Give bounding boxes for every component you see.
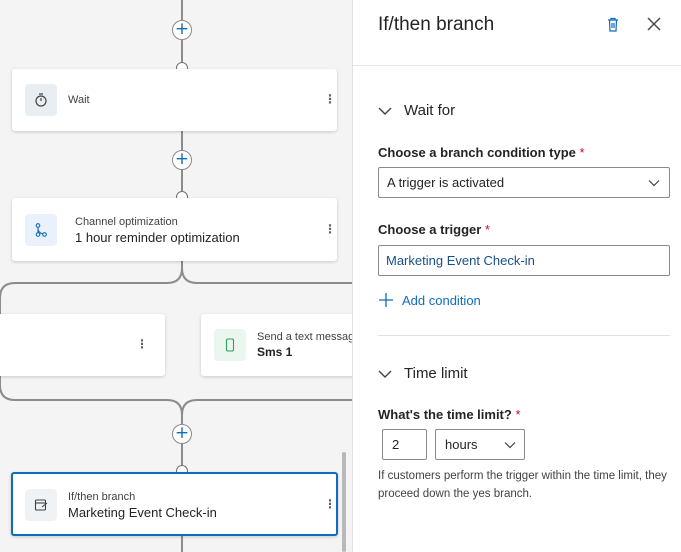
panel-title: If/then branch xyxy=(378,14,495,35)
panel-header: If/then branch xyxy=(353,0,681,66)
sms-step-subtitle: Send a text message xyxy=(257,331,352,343)
add-step-button[interactable]: + xyxy=(172,150,192,170)
chevron-down-icon xyxy=(378,107,392,115)
time-limit-section-toggle[interactable]: Time limit xyxy=(377,365,468,382)
add-condition-button[interactable]: Add condition xyxy=(378,292,481,308)
phone-icon xyxy=(214,329,246,361)
time-limit-unit-dropdown[interactable]: hours xyxy=(435,429,525,460)
condition-icon xyxy=(25,489,57,521)
chevron-down-icon xyxy=(648,180,660,187)
branch-icon xyxy=(25,214,57,246)
time-limit-section-title: Time limit xyxy=(404,365,468,382)
add-step-button[interactable]: + xyxy=(172,424,192,444)
add-condition-label: Add condition xyxy=(402,292,481,308)
wait-for-section-title: Wait for xyxy=(404,102,456,119)
sms-step-title: Sms 1 xyxy=(257,345,293,359)
time-limit-amount-value: 2 xyxy=(392,437,400,452)
close-icon[interactable] xyxy=(642,12,666,36)
ifthen-branch-card[interactable]: If/then branch Marketing Event Check-in … xyxy=(11,472,338,536)
section-divider xyxy=(378,335,670,336)
delete-icon[interactable] xyxy=(601,12,625,36)
more-options-icon[interactable]: ⋮ xyxy=(324,93,336,105)
trigger-value: Marketing Event Check-in xyxy=(386,253,535,268)
channel-optimization-card[interactable]: Channel optimization 1 hour reminder opt… xyxy=(12,198,337,261)
plus-icon xyxy=(379,293,393,307)
ifthen-branch-subtitle: If/then branch xyxy=(68,491,136,503)
trigger-label: Choose a trigger * xyxy=(378,222,490,237)
more-options-icon[interactable]: ⋮ xyxy=(324,498,336,510)
condition-type-label: Choose a branch condition type * xyxy=(378,145,585,160)
channel-optimization-subtitle: Channel optimization xyxy=(75,216,178,228)
time-limit-label: What's the time limit? * xyxy=(378,407,521,422)
time-limit-help-text: If customers perform the trigger within … xyxy=(378,470,667,500)
branch-left-step-card[interactable]: ⋮ xyxy=(0,314,165,376)
wait-step-label: Wait xyxy=(68,94,90,106)
time-limit-amount-input[interactable]: 2 xyxy=(382,429,427,460)
timer-icon xyxy=(25,84,57,116)
more-options-icon[interactable]: ⋮ xyxy=(136,338,148,350)
time-limit-unit-value: hours xyxy=(445,437,478,452)
more-options-icon[interactable]: ⋮ xyxy=(324,223,336,235)
wait-step-card[interactable]: Wait ⋮ xyxy=(12,69,337,131)
chevron-down-icon xyxy=(504,442,516,449)
wait-for-section-toggle[interactable]: Wait for xyxy=(377,102,455,119)
condition-type-dropdown[interactable]: A trigger is activated xyxy=(378,167,670,198)
canvas-scrollbar[interactable] xyxy=(342,452,346,552)
condition-type-value: A trigger is activated xyxy=(387,175,505,190)
add-step-button[interactable]: + xyxy=(172,20,192,40)
journey-canvas[interactable]: + Wait ⋮ + Channel optimization 1 hour r… xyxy=(0,0,352,552)
chevron-down-icon xyxy=(378,370,392,378)
channel-optimization-title: 1 hour reminder optimization xyxy=(75,230,240,245)
properties-panel: If/then branch Wait for Choose a branch … xyxy=(352,0,681,552)
trigger-input[interactable]: Marketing Event Check-in xyxy=(378,245,670,276)
ifthen-branch-title: Marketing Event Check-in xyxy=(68,505,217,520)
sms-step-card[interactable]: Send a text message Sms 1 xyxy=(201,314,352,376)
